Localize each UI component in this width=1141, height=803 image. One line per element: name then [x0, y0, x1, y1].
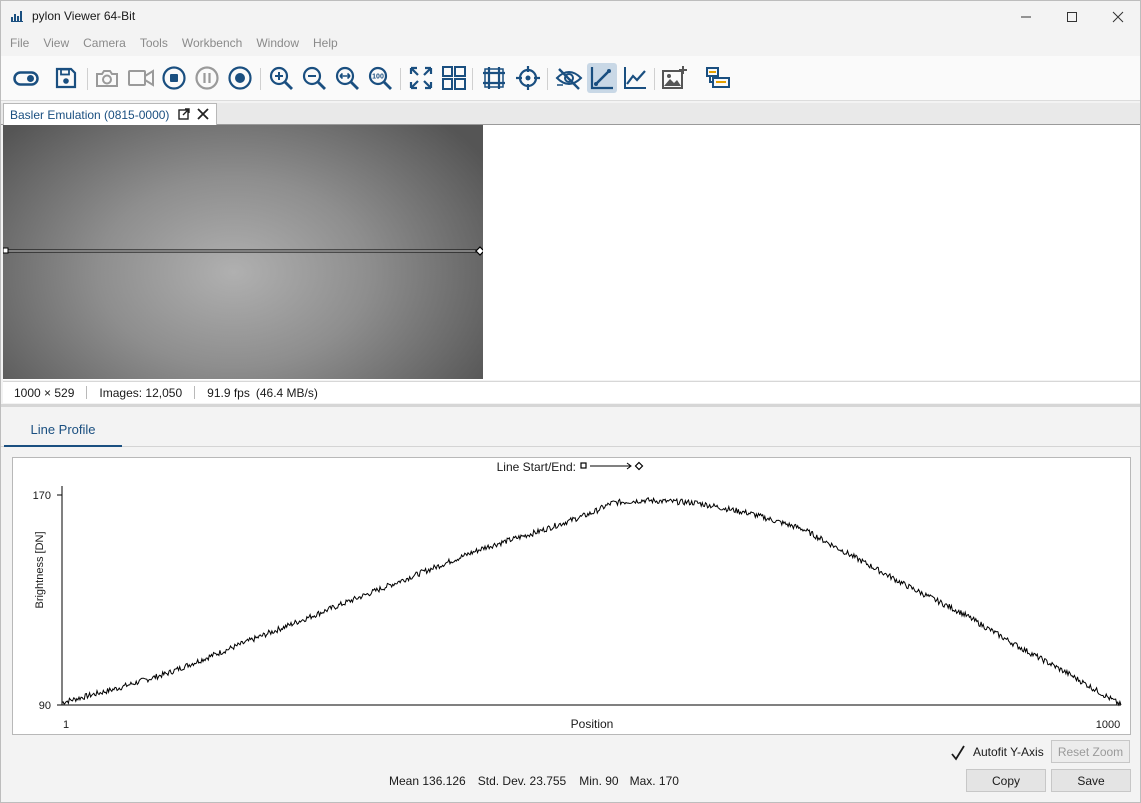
zoom-in-icon: [269, 66, 293, 90]
snapshot-button[interactable]: [92, 63, 122, 93]
stop-icon: [162, 66, 186, 90]
stat-std-dev: Std. Dev. 23.755: [477, 774, 567, 788]
menu-bar: File View Camera Tools Workbench Window …: [1, 32, 1140, 54]
zoom-100-button[interactable]: 100: [365, 63, 395, 93]
menu-camera[interactable]: Camera: [76, 32, 133, 54]
app-logo-icon: [10, 9, 24, 23]
line-end-handle[interactable]: [475, 246, 483, 256]
reset-zoom-button[interactable]: Reset Zoom: [1051, 740, 1130, 763]
profile-statistics: Mean 136.126 Std. Dev. 23.755 Min. 90 Ma…: [389, 774, 679, 788]
crosshair-icon: [516, 66, 540, 90]
x-tick-label-max: 1000: [1096, 719, 1120, 731]
copy-button[interactable]: Copy: [966, 769, 1046, 792]
zoom-fit-icon: [335, 66, 359, 90]
save-profile-button[interactable]: Save: [1051, 769, 1131, 792]
menu-view[interactable]: View: [36, 32, 76, 54]
menu-tools[interactable]: Tools: [133, 32, 175, 54]
maximize-icon: [1067, 11, 1077, 22]
camera-document-tab[interactable]: Basler Emulation (0815-0000): [3, 103, 217, 125]
image-count: Images: 12,050: [99, 385, 183, 400]
histogram-icon: [624, 67, 646, 89]
y-tick-label-max: 170: [33, 490, 51, 502]
tile-view-icon: [442, 66, 466, 90]
zoom-fit-button[interactable]: [332, 63, 362, 93]
throughput: (46.4 MB/s): [255, 385, 318, 400]
camera-snapshot-icon: [96, 70, 118, 87]
feature-panel-button[interactable]: [702, 63, 732, 93]
line-start-handle[interactable]: [3, 247, 9, 254]
menu-help[interactable]: Help: [306, 32, 345, 54]
tab-line-profile[interactable]: Line Profile: [4, 413, 122, 447]
save-button[interactable]: [51, 63, 81, 93]
toggle-icon: [13, 71, 39, 86]
video-icon: [128, 69, 154, 87]
popout-icon[interactable]: [178, 108, 190, 123]
title-bar: pylon Viewer 64-Bit: [1, 1, 1140, 32]
autofit-y-axis-label: Autofit Y-Axis: [973, 745, 1044, 759]
grid-overlay-button[interactable]: [479, 63, 509, 93]
line-profile-plot: Line Start/End: Brightness [DN] Position…: [33, 460, 1122, 731]
close-icon: [1112, 11, 1124, 22]
stop-button[interactable]: [159, 63, 189, 93]
stat-min: Min. 90: [579, 774, 619, 788]
record-button[interactable]: [225, 63, 255, 93]
zoom-out-button[interactable]: [299, 63, 329, 93]
x-tick-label-min: 1: [63, 719, 69, 731]
line-profile-icon: [590, 67, 613, 90]
fullscreen-icon: [409, 66, 433, 90]
zoom-in-button[interactable]: [266, 63, 296, 93]
continuous-shot-button[interactable]: [126, 63, 156, 93]
minimize-button[interactable]: [1003, 1, 1049, 32]
stat-max: Max. 170: [629, 774, 679, 788]
bottom-pane-tabs: Line Profile: [1, 407, 1140, 447]
pause-icon: [195, 66, 219, 90]
fullscreen-button[interactable]: [406, 63, 436, 93]
pause-button[interactable]: [192, 63, 222, 93]
close-button[interactable]: [1095, 1, 1141, 32]
y-tick-label-min: 90: [39, 700, 51, 712]
hide-overlay-button[interactable]: [554, 63, 584, 93]
toggle-button[interactable]: [11, 63, 41, 93]
frame-rate: 91.9 fps: [207, 385, 250, 400]
line-profile-chart[interactable]: Line Start/End: Brightness [DN] Position…: [12, 457, 1131, 735]
window-title: pylon Viewer 64-Bit: [32, 9, 136, 23]
document-tab-strip: Basler Emulation (0815-0000): [1, 103, 1140, 125]
x-axis-label: Position: [571, 717, 614, 731]
zoom-out-icon: [302, 66, 326, 90]
menu-window[interactable]: Window: [249, 32, 306, 54]
image-resolution: 1000 × 529: [14, 385, 75, 400]
close-tab-icon[interactable]: [196, 107, 210, 124]
record-icon: [228, 66, 252, 90]
menu-file[interactable]: File: [3, 32, 36, 54]
histogram-button[interactable]: [620, 63, 650, 93]
tile-view-button[interactable]: [439, 63, 469, 93]
line-profile-overlay[interactable]: [3, 125, 483, 379]
save-icon: [55, 67, 77, 89]
zoom-100-icon: 100: [368, 66, 392, 90]
line-profile-button[interactable]: [587, 63, 617, 93]
add-image-icon: [662, 66, 687, 89]
crosshair-button[interactable]: [513, 63, 543, 93]
image-status-bar: 1000 × 529 Images: 12,050 91.9 fps (46.4…: [3, 381, 1140, 403]
grid-overlay-icon: [483, 67, 505, 89]
add-image-button[interactable]: [660, 63, 690, 93]
svg-text:100: 100: [372, 74, 384, 81]
image-view[interactable]: [3, 125, 1140, 380]
maximize-button[interactable]: [1049, 1, 1095, 32]
line-start-end-legend-icon: [580, 461, 644, 471]
feature-panel-icon: [706, 67, 730, 88]
brightness-profile-line: [61, 496, 1122, 707]
y-axis-label: Brightness [DN]: [34, 531, 46, 608]
camera-document-tab-label: Basler Emulation (0815-0000): [10, 107, 170, 122]
line-start-end-label: Line Start/End:: [497, 460, 576, 474]
minimize-icon: [1021, 16, 1031, 17]
autofit-y-axis-checkbox[interactable]: Autofit Y-Axis: [951, 743, 1044, 761]
checkmark-icon[interactable]: [951, 745, 965, 761]
menu-workbench[interactable]: Workbench: [175, 32, 249, 54]
app-window: pylon Viewer 64-Bit File View Camera Too…: [0, 0, 1141, 803]
toolbar: 100: [1, 56, 1140, 101]
stat-mean: Mean 136.126: [389, 774, 466, 788]
hide-overlay-icon: [555, 68, 583, 90]
